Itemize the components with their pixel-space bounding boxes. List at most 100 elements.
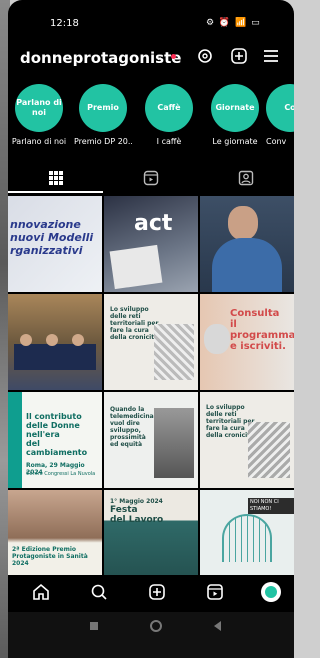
profile-header: donneprotagoniste ⌄ bbox=[8, 42, 294, 70]
post-line: sviluppo, bbox=[110, 427, 141, 434]
post-image bbox=[222, 514, 272, 562]
post-tile[interactable]: Lo sviluppo delle reti territoriali per … bbox=[104, 294, 198, 390]
highlight-caption: Conv bbox=[266, 137, 287, 146]
post-line: Festa bbox=[110, 505, 138, 515]
menu-icon[interactable] bbox=[262, 47, 280, 65]
post-line: Protagoniste in Sanità 2024 bbox=[12, 553, 88, 567]
tagged-icon bbox=[238, 170, 253, 186]
post-title: nnovazione nuovi Modelli rganizzativi bbox=[10, 218, 93, 257]
post-tile[interactable]: NOI NON CI STIAMO! bbox=[200, 490, 294, 586]
post-line: Consulta bbox=[230, 308, 280, 319]
post-line: delle reti bbox=[206, 411, 237, 418]
tab-active-indicator bbox=[8, 191, 103, 193]
post-image bbox=[20, 334, 32, 346]
highlight-caption: Premio DP 20... bbox=[74, 137, 132, 146]
post-line: Lo sviluppo bbox=[110, 306, 149, 313]
post-image bbox=[109, 244, 163, 290]
grid-icon bbox=[48, 171, 63, 185]
tab-grid[interactable] bbox=[8, 164, 103, 192]
post-line: ed equità bbox=[110, 441, 143, 448]
post-line: prossimità bbox=[110, 434, 146, 441]
post-tile[interactable]: 1° Maggio 2024 Festa del Lavoro bbox=[104, 490, 198, 586]
tab-tagged[interactable] bbox=[198, 164, 293, 192]
highlight-caffe[interactable]: Caffè I caffè bbox=[140, 84, 198, 146]
post-line: Quando la bbox=[110, 406, 145, 413]
post-title: Consulta il programma e iscriviti. bbox=[230, 308, 294, 352]
highlight-giornate[interactable]: Giornate Le giornate bbox=[206, 84, 264, 146]
bottom-navigation bbox=[8, 575, 294, 609]
posts-grid: nnovazione nuovi Modelli rganizzativi ac… bbox=[8, 196, 294, 586]
nav-create[interactable] bbox=[146, 581, 168, 603]
system-navigation-bar bbox=[8, 612, 294, 658]
highlight-cover: Caffè bbox=[145, 84, 193, 132]
create-post-icon[interactable] bbox=[230, 47, 248, 65]
nav-profile[interactable] bbox=[260, 581, 282, 603]
tab-reels[interactable] bbox=[103, 164, 198, 192]
post-line: 1° Maggio 2024 bbox=[110, 498, 163, 505]
highlight-premio[interactable]: Premio Premio DP 20... bbox=[74, 84, 132, 146]
post-line: Il contributo bbox=[26, 412, 82, 421]
profile-tabs bbox=[8, 164, 294, 194]
nav-home[interactable] bbox=[30, 581, 52, 603]
post-title: Il contributo delle Donne nell'era del c… bbox=[26, 412, 87, 457]
search-icon bbox=[91, 584, 107, 600]
highlight-conv[interactable]: Co Conv bbox=[266, 84, 294, 146]
avatar-logo bbox=[265, 586, 277, 598]
post-tile[interactable] bbox=[8, 294, 102, 390]
post-line: 2ª Edizione Premio bbox=[12, 546, 77, 553]
post-tile[interactable]: nnovazione nuovi Modelli rganizzativi bbox=[8, 196, 102, 292]
post-image bbox=[248, 422, 290, 478]
post-line: nnovazione bbox=[10, 218, 81, 231]
post-tile[interactable]: act bbox=[104, 196, 198, 292]
post-image bbox=[46, 334, 58, 346]
post-image bbox=[154, 324, 194, 380]
post-tile[interactable]: Consulta il programma e iscriviti. bbox=[200, 294, 294, 390]
phone-screen: 12:18 ⚙ ⏰ 📶 ▭ donneprotagoniste ⌄ Parlan… bbox=[8, 0, 294, 658]
post-title: Quando la telemedicina vuol dire svilupp… bbox=[110, 406, 154, 448]
highlight-parlano-di-noi[interactable]: Parlano di noi Parlano di noi bbox=[10, 84, 68, 146]
post-line: nuovi Modelli bbox=[10, 231, 94, 244]
post-line: cambiamento bbox=[26, 448, 88, 457]
post-title: Lo sviluppo delle reti territoriali per … bbox=[110, 306, 159, 341]
post-image bbox=[212, 238, 282, 292]
post-title: 2ª Edizione Premio Protagoniste in Sanit… bbox=[12, 546, 102, 567]
post-line: fare la cura bbox=[110, 327, 149, 334]
post-line: e iscriviti. bbox=[230, 341, 286, 352]
reels-icon bbox=[143, 170, 158, 186]
notification-dot bbox=[171, 54, 176, 59]
post-tile[interactable]: Il contributo delle Donne nell'era del c… bbox=[8, 392, 102, 488]
post-image bbox=[204, 324, 230, 354]
threads-icon[interactable] bbox=[196, 47, 214, 65]
chevron-down-icon[interactable]: ⌄ bbox=[154, 50, 163, 63]
post-line: del Lavoro bbox=[110, 515, 164, 525]
post-line: territoriali per bbox=[110, 320, 159, 327]
post-subtitle: Centro Congressi La Nuvola bbox=[26, 471, 96, 477]
post-image bbox=[228, 206, 258, 240]
post-tile[interactable]: Lo sviluppo delle reti territoriali per … bbox=[200, 392, 294, 488]
recent-apps-button[interactable] bbox=[90, 622, 98, 630]
post-line: delle Donne bbox=[26, 421, 80, 430]
post-line: del bbox=[26, 439, 40, 448]
nav-search[interactable] bbox=[88, 581, 110, 603]
post-image bbox=[8, 392, 22, 488]
highlight-cover: Premio bbox=[79, 84, 127, 132]
highlight-cover: Parlano di noi bbox=[15, 84, 63, 132]
post-line: vuol dire bbox=[110, 420, 140, 427]
post-tile[interactable]: Quando la telemedicina vuol dire svilupp… bbox=[104, 392, 198, 488]
post-image bbox=[154, 408, 194, 478]
post-tile[interactable] bbox=[200, 196, 294, 292]
highlight-caption: Parlano di noi bbox=[11, 137, 67, 146]
create-icon bbox=[149, 584, 165, 600]
home-button[interactable] bbox=[150, 620, 162, 632]
post-tile[interactable]: 2ª Edizione Premio Protagoniste in Sanit… bbox=[8, 490, 102, 586]
post-image bbox=[72, 334, 84, 346]
post-line: nell'era bbox=[26, 430, 60, 439]
status-time: 12:18 bbox=[50, 18, 79, 29]
post-line: rganizzativi bbox=[10, 244, 83, 257]
nav-reels[interactable] bbox=[204, 581, 226, 603]
post-line: il programma bbox=[230, 319, 294, 341]
post-title: act bbox=[134, 211, 173, 236]
highlight-caption: I caffè bbox=[156, 137, 182, 146]
highlight-caption: Le giornate bbox=[212, 137, 258, 146]
back-button[interactable] bbox=[214, 621, 221, 631]
